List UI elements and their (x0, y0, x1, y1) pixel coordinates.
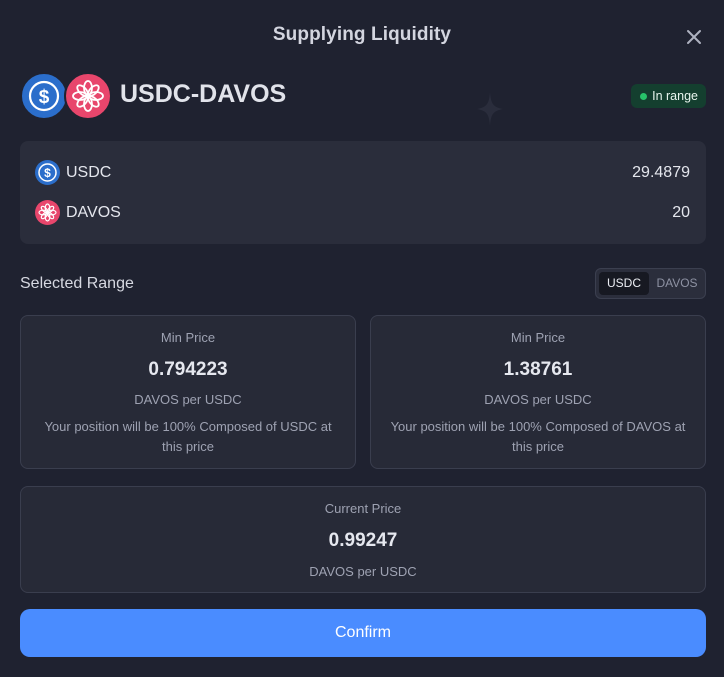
current-price-card: Current Price 0.99247 DAVOS per USDC (20, 486, 706, 593)
current-price-unit: DAVOS per USDC (309, 564, 417, 579)
usdc-icon: $ (35, 160, 60, 185)
min-price-value: 1.38761 (503, 359, 573, 380)
status-badge: In range (631, 84, 706, 108)
davos-icon (35, 200, 60, 225)
amount-value: 29.4879 (632, 164, 690, 181)
min-price-unit: DAVOS per USDC (484, 392, 592, 407)
pair-header: $ USDC-DAVOS In range (20, 72, 710, 122)
amount-row-usdc: $ USDC 29.4879 (35, 160, 690, 186)
status-dot-icon (640, 93, 648, 100)
pair-name: USDC-DAVOS (120, 80, 287, 108)
modal-title: Supplying Liquidity (272, 24, 452, 45)
usdc-icon: $ (20, 72, 68, 120)
svg-text:$: $ (44, 166, 51, 180)
toggle-davos[interactable]: DAVOS (651, 272, 703, 295)
davos-icon (64, 72, 112, 120)
min-price-unit: DAVOS per USDC (134, 392, 242, 407)
current-price-label: Current Price (324, 501, 402, 516)
min-price-card-right: Min Price 1.38761 DAVOS per USDC Your po… (370, 315, 706, 469)
amounts-card: $ USDC 29.4879 DAVOS 20 (20, 141, 706, 244)
sparkle-icon (477, 92, 503, 126)
supply-liquidity-modal: Supplying Liquidity $ USDC-DAVOS In rang… (0, 0, 724, 677)
min-price-label: Min Price (160, 330, 216, 345)
amount-token-label: USDC (66, 164, 112, 181)
min-price-note: Your position will be 100% Composed of U… (44, 419, 332, 454)
confirm-button[interactable]: Confirm (20, 609, 706, 657)
close-icon[interactable] (683, 26, 705, 48)
toggle-usdc[interactable]: USDC (599, 272, 649, 295)
svg-text:$: $ (39, 87, 50, 108)
price-unit-toggle: USDC DAVOS (595, 268, 706, 299)
min-price-note: Your position will be 100% Composed of D… (390, 419, 686, 454)
min-price-value: 0.794223 (148, 359, 228, 380)
amount-row-davos: DAVOS 20 (35, 200, 690, 226)
min-price-card-left: Min Price 0.794223 DAVOS per USDC Your p… (20, 315, 356, 469)
min-price-label: Min Price (510, 330, 566, 345)
current-price-value: 0.99247 (328, 530, 398, 551)
amount-token-label: DAVOS (66, 204, 121, 221)
status-text: In range (652, 89, 698, 103)
amount-value: 20 (672, 204, 690, 221)
selected-range-title: Selected Range (20, 275, 134, 292)
pair-icons: $ (20, 72, 112, 122)
